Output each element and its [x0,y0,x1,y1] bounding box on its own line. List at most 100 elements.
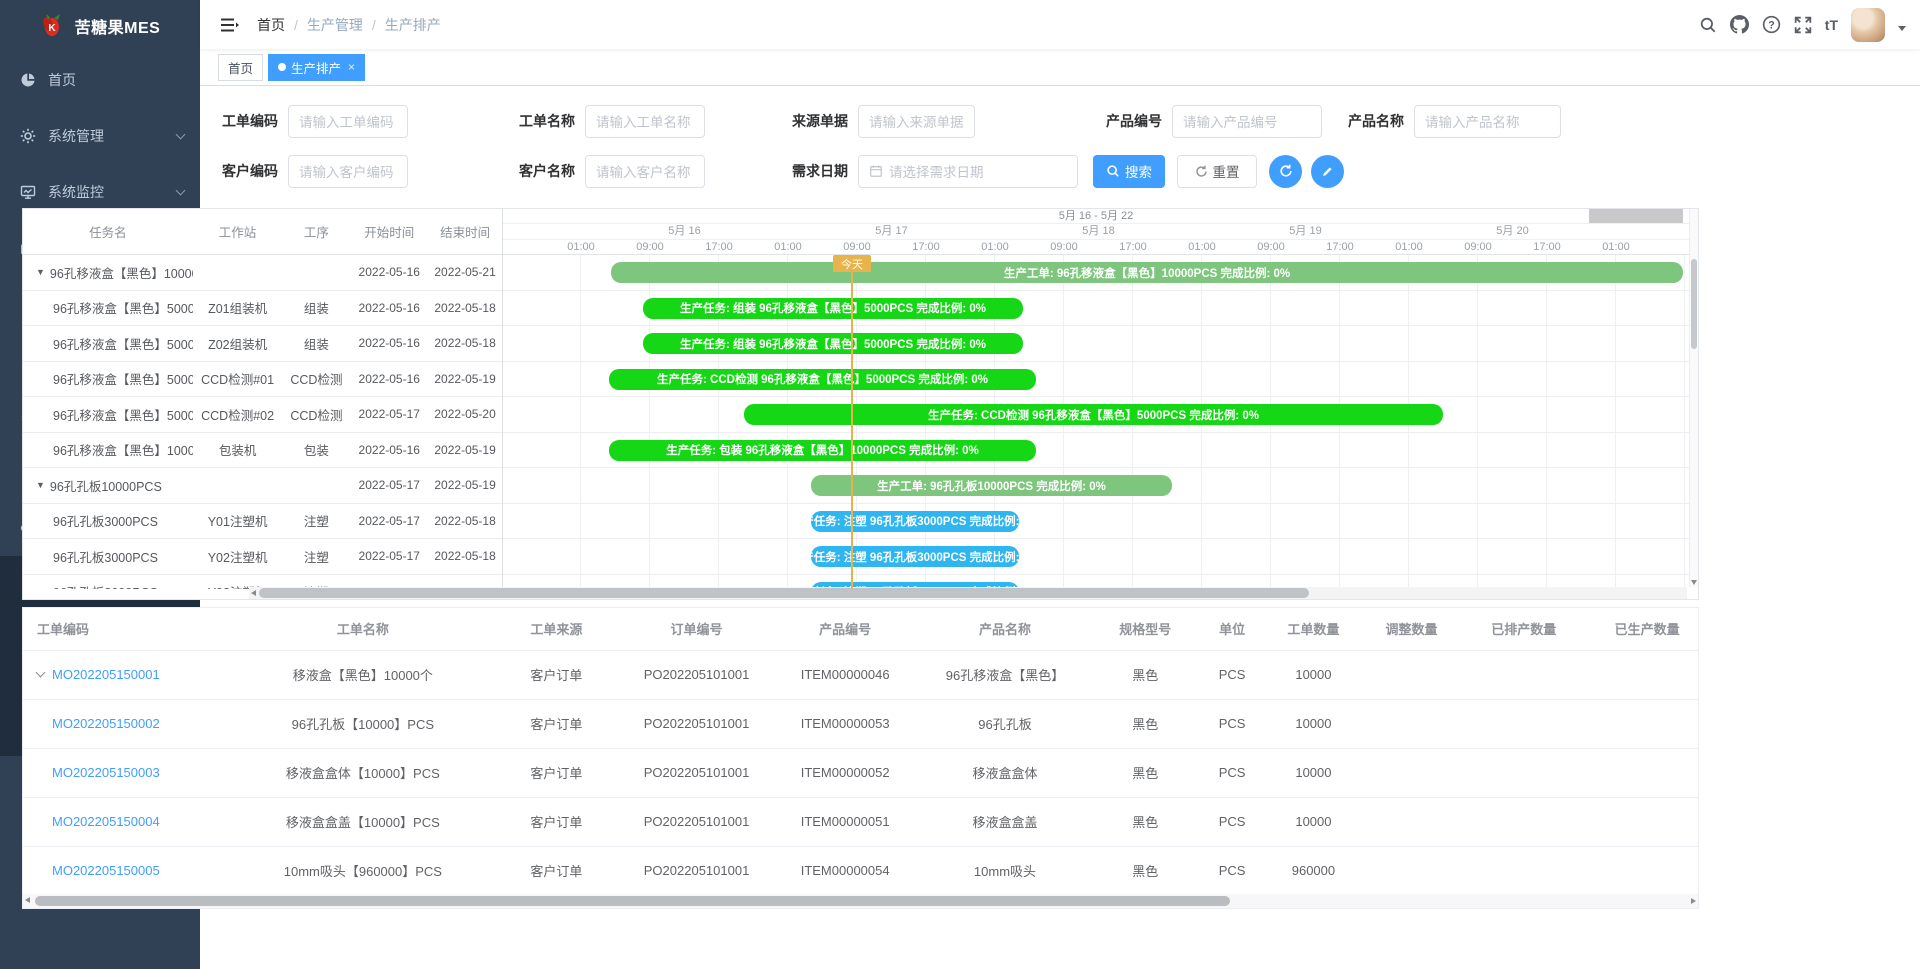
gantt-time-label: 01:00 [1395,240,1423,255]
avatar[interactable] [1851,8,1885,42]
work-order-link[interactable]: MO202205150001 [52,667,160,682]
work-order-link[interactable]: MO202205150003 [52,765,160,780]
sidebar-item-首页[interactable]: 首页 [0,52,200,108]
text-input-客户名称[interactable]: 请输入客户名称 [585,155,705,188]
breadcrumb-production[interactable]: 生产管理 [307,15,363,35]
table-row[interactable]: MO20220515000510mm吸头【960000】PCS客户订单PO202… [23,846,1699,895]
caret-expanded-icon[interactable]: ▼ [36,267,45,277]
cell-工单编码: MO202205150005 [23,846,234,895]
tab-production-schedule[interactable]: 生产排产 × [268,54,365,81]
gantt-horizontal-scrollbar[interactable] [249,587,1687,599]
task-name-text: 96孔孔板3000PCS [53,582,158,589]
search-button[interactable]: 搜索 [1093,155,1165,188]
work-order-link[interactable]: MO202205150002 [52,716,160,731]
text-input-工单名称[interactable]: 请输入工单名称 [585,105,705,138]
tab-home-label: 首页 [228,58,253,77]
table-row[interactable]: MO202205150001移液盒【黑色】10000个客户订单PO2022051… [23,650,1699,699]
app-logo: K 苦糖果MES [0,0,200,52]
cell-已生产数量 [1585,699,1699,748]
cell-产品名称: 96孔孔板 [918,699,1092,748]
edit-round-button[interactable] [1311,155,1344,188]
cell-规格型号: 黑色 [1092,797,1199,846]
filter-form: 工单编码请输入工单编码工单名称请输入工单名称来源单据请输入来源单据产品编号请输入… [200,86,1920,208]
filter-field-产品编号: 产品编号请输入产品编号 [1106,105,1322,138]
scrollbar-thumb[interactable] [35,896,1230,906]
gantt-range-header: 5月 16 - 5月 22 [503,209,1689,224]
gantt-bar-task[interactable]: 生产任务: CCD检测 96孔移液盒【黑色】5000PCS 完成比例: 0% [744,404,1443,425]
cell-产品名称: 移液盒盒体 [918,748,1092,797]
sidebar-item-系统管理[interactable]: 系统管理 [0,108,200,164]
scroll-arrow-left-icon[interactable] [251,590,256,596]
gantt-time-label: 09:00 [1050,240,1078,255]
gantt-end-time: 2022-05-18 [428,549,502,563]
gantt-bar-work_order[interactable]: 生产工单: 96孔移液盒【黑色】10000PCS 完成比例: 0% [611,262,1683,283]
cell-调整数量 [1361,797,1462,846]
cell-已排产数量 [1462,650,1585,699]
scrollbar-thumb[interactable] [259,588,1309,598]
gantt-bar-task[interactable]: 生产任务: 组装 96孔移液盒【黑色】5000PCS 完成比例: 0% [643,298,1023,319]
text-input-工单编码[interactable]: 请输入工单编码 [288,105,408,138]
table-row[interactable]: MO202205150003移液盒盒体【10000】PCS客户订单PO20220… [23,748,1699,797]
text-input-客户编码[interactable]: 请输入客户编码 [288,155,408,188]
gantt-start-time: 2022-05-16 [350,372,428,386]
work-order-link[interactable]: MO202205150005 [52,863,160,878]
filter-label: 产品名称 [1348,111,1404,131]
help-icon[interactable]: ? [1762,15,1781,34]
breadcrumb: 首页 / 生产管理 / 生产排产 [257,15,441,35]
date-input-需求日期[interactable]: 请选择需求日期 [858,155,1078,188]
gantt-bar-work_order[interactable]: 生产工单: 96孔孔板10000PCS 完成比例: 0% [811,475,1172,496]
gantt-process: 注塑 [282,511,350,530]
refresh-round-button[interactable] [1269,155,1302,188]
table-horizontal-scrollbar[interactable] [23,894,1698,908]
chevron-down-icon[interactable] [1898,26,1906,31]
gantt-task-name: 96孔移液盒【黑色】5000PCS [23,369,193,388]
gantt-task-name: 96孔移液盒【黑色】5000PCS [23,405,193,424]
scroll-arrow-right-icon[interactable] [1691,898,1696,904]
text-input-产品编号[interactable]: 请输入产品编号 [1172,105,1322,138]
tab-home[interactable]: 首页 [218,54,263,81]
filter-field-客户编码: 客户编码请输入客户编码 [222,155,408,188]
app-root: K 苦糖果MES 首页系统管理系统监控系统工具主数据仓储管理设备管理工装夹具管理… [0,0,1920,969]
breadcrumb-home[interactable]: 首页 [257,15,285,35]
gantt-vertical-scrollbar[interactable] [1689,209,1698,587]
gantt-bar-selected[interactable]: 生产任务: 注塑 96孔孔板3000PCS 完成比例: 0% [811,511,1019,532]
hamburger-icon[interactable] [220,17,239,33]
gantt-timeline-row: 生产任务: CCD检测 96孔移液盒【黑色】5000PCS 完成比例: 0% [503,397,1689,433]
search-icon[interactable] [1699,16,1717,34]
gantt-bar-task[interactable]: 生产任务: 组装 96孔移液盒【黑色】5000PCS 完成比例: 0% [643,333,1023,354]
cell-产品编号: ITEM00000046 [772,650,918,699]
cell-工单数量: 10000 [1266,748,1361,797]
task-name-text: 96孔移液盒【黑色】5000PCS [53,334,193,353]
table-header-产品名称: 产品名称 [918,608,1092,650]
caret-expanded-icon[interactable]: ▼ [36,480,45,490]
scrollbar-thumb[interactable] [1691,259,1697,349]
scroll-arrow-left-icon[interactable] [25,897,30,903]
cell-工单来源: 客户订单 [492,748,621,797]
reset-button[interactable]: 重置 [1177,155,1257,188]
gantt-bar-selected[interactable]: 生产任务: 注塑 96孔孔板3000PCS 完成比例: 0% [811,546,1019,567]
fullscreen-icon[interactable] [1794,16,1812,34]
dashboard-icon [20,72,36,88]
work-order-link[interactable]: MO202205150004 [52,814,160,829]
input-placeholder: 请输入工单名称 [596,111,691,131]
cell-订单编号: PO202205101001 [621,846,772,895]
table-row[interactable]: MO20220515000296孔孔板【10000】PCS客户订单PO20220… [23,699,1699,748]
gantt-task-name: ▼96孔孔板10000PCS [23,476,193,495]
font-size-icon[interactable]: tT [1825,17,1838,33]
close-icon[interactable]: × [348,60,355,74]
table-row[interactable]: MO202205150004移液盒盒盖【10000】PCS客户订单PO20220… [23,797,1699,846]
github-icon[interactable] [1730,15,1749,34]
gantt-bar-task[interactable]: 生产任务: CCD检测 96孔移液盒【黑色】5000PCS 完成比例: 0% [609,369,1036,390]
gantt-header-scroll-thumb[interactable] [1589,209,1683,223]
filter-field-产品名称: 产品名称请输入产品名称 [1348,105,1561,138]
scroll-arrow-down-icon[interactable] [1691,580,1697,585]
gantt-day-label: 5月 19 [1289,224,1321,239]
text-input-产品名称[interactable]: 请输入产品名称 [1414,105,1561,138]
gantt-bar-task[interactable]: 生产任务: 包装 96孔移液盒【黑色】10000PCS 完成比例: 0% [609,440,1036,461]
gantt-task-name: 96孔移液盒【黑色】5000PCS [23,298,193,317]
gantt-range-label: 5月 16 - 5月 22 [1059,210,1134,222]
chevron-down-icon[interactable] [36,668,46,678]
filter-field-来源单据: 来源单据请输入来源单据 [792,105,975,138]
filter-field-需求日期: 需求日期请选择需求日期 [792,155,1078,188]
text-input-来源单据[interactable]: 请输入来源单据 [858,105,975,138]
